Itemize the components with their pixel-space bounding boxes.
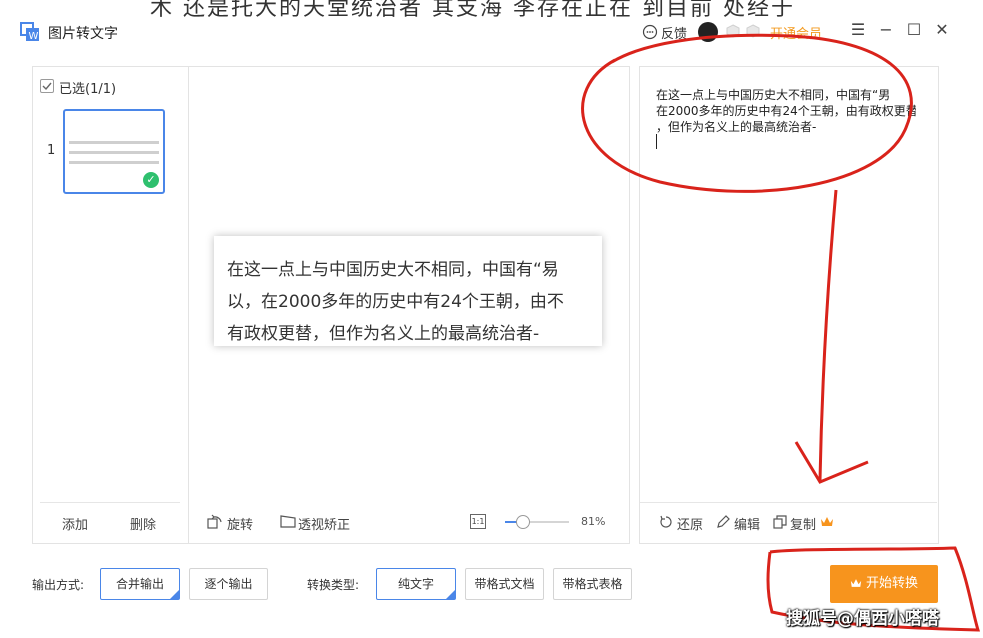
restore-icon[interactable] (659, 515, 673, 529)
selected-corner-icon (170, 590, 179, 599)
actual-size-icon[interactable]: 1:1 (470, 514, 486, 529)
svg-text:W: W (29, 31, 39, 42)
selected-count: 已选(1/1) (59, 82, 117, 97)
avatar[interactable] (698, 22, 718, 42)
close-icon[interactable]: ✕ (933, 20, 951, 40)
result-text-line[interactable]: 在这一点上与中国历史大不相同，中国有“男 (656, 86, 916, 103)
app-logo-icon: W (20, 22, 39, 42)
select-all-checkbox[interactable] (40, 79, 54, 93)
title-bar: W 图片转文字 反馈 开通会员 ☰ − ☐ ✕ (0, 0, 983, 62)
feedback-button[interactable]: 反馈 (661, 23, 687, 42)
zoom-slider[interactable] (505, 521, 569, 523)
result-text-line[interactable]: ，但作为名义上的最高统治者- (656, 118, 916, 135)
preview-text-line: 在这一点上与中国历史大不相同，中国有“易 (227, 260, 559, 280)
rotate-button[interactable]: 旋转 (227, 514, 253, 533)
add-button[interactable]: 添加 (62, 514, 88, 533)
zoom-percent: 81% (581, 515, 606, 528)
feedback-icon[interactable] (642, 24, 658, 40)
badge-icon (726, 24, 740, 38)
vip-button[interactable]: 开通会员 (770, 23, 822, 42)
text-cursor (656, 134, 657, 149)
watermark: 搜狐号@偶西小嗒嗒 (786, 609, 939, 629)
plain-text-label: 纯文字 (397, 577, 434, 591)
preview-text-line: 有政权更替，但作为名义上的最高统治者- (227, 324, 540, 344)
start-convert-label: 开始转换 (865, 576, 918, 591)
badge-icon (746, 24, 760, 38)
check-icon (42, 82, 52, 91)
divider (40, 502, 180, 503)
perspective-icon[interactable] (280, 515, 296, 528)
selected-corner-icon (446, 590, 455, 599)
edit-icon[interactable] (716, 515, 730, 529)
preview-text-line: 以，在2000多年的历史中有24个王朝，由不 (227, 292, 564, 312)
copy-button[interactable]: 复制 (790, 514, 816, 533)
convert-type-label: 转换类型: (307, 578, 360, 592)
merge-output-button[interactable]: 合并输出 (100, 568, 180, 600)
perspective-correction-button[interactable]: 透视矫正 (298, 514, 350, 533)
delete-button[interactable]: 删除 (130, 514, 156, 533)
crown-icon (850, 579, 862, 587)
source-image-preview: 在这一点上与中国历史大不相同，中国有“易 以，在2000多年的历史中有24个王朝… (214, 236, 602, 346)
restore-button[interactable]: 还原 (677, 514, 703, 533)
result-panel (639, 66, 939, 544)
divider (640, 502, 937, 503)
page-number: 1 (47, 143, 56, 158)
start-convert-button[interactable]: 开始转换 (830, 565, 938, 603)
output-mode-label: 输出方式: (32, 578, 85, 592)
maximize-icon[interactable]: ☐ (905, 20, 923, 40)
rotate-icon[interactable] (207, 514, 223, 529)
app-title: 图片转文字 (48, 26, 118, 42)
copy-icon[interactable] (773, 515, 787, 529)
plain-text-button[interactable]: 纯文字 (376, 568, 456, 600)
result-text-line[interactable]: 在2000多年的历史中有24个王朝，由有政权更替 (656, 102, 916, 119)
each-output-button[interactable]: 逐个输出 (189, 568, 268, 600)
minimize-icon[interactable]: − (877, 20, 895, 40)
crown-icon (821, 517, 833, 526)
checkmark-icon: ✓ (143, 172, 159, 188)
menu-icon[interactable]: ☰ (849, 20, 867, 40)
formatted-table-button[interactable]: 带格式表格 (553, 568, 632, 600)
edit-button[interactable]: 编辑 (734, 514, 760, 533)
merge-output-label: 合并输出 (115, 577, 164, 591)
formatted-doc-button[interactable]: 带格式文档 (465, 568, 544, 600)
